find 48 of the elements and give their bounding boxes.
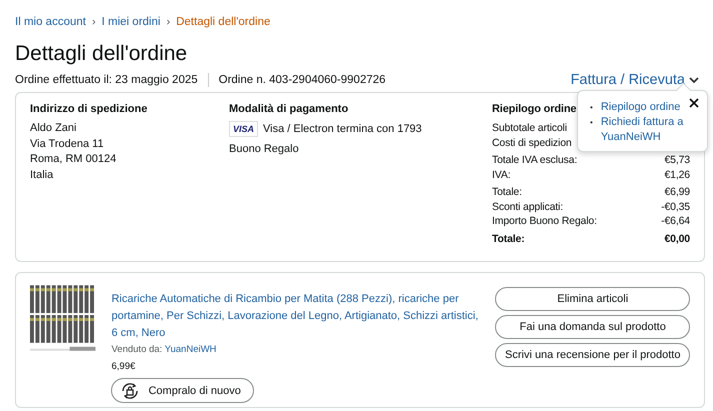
summary-value: -€6,64 xyxy=(661,214,690,228)
seller-info: Venduto da: YuanNeiWH xyxy=(111,344,218,355)
summary-label: Totale IVA esclusa: xyxy=(492,153,578,168)
page-title: Dettagli dell'ordine xyxy=(15,42,188,66)
repeat-bag-icon xyxy=(120,380,140,400)
breadcrumb-link[interactable]: Dettagli dell'ordine xyxy=(176,16,270,28)
summary-value: €5,73 xyxy=(664,153,690,168)
gift-card-info: Buono Regalo xyxy=(229,143,300,155)
section-heading: Indirizzo di spedizione xyxy=(30,103,148,115)
breadcrumb-separator: › xyxy=(92,16,96,28)
action-button[interactable]: Scrivi una recensione per il prodotto xyxy=(495,343,690,367)
bullet: • xyxy=(590,102,593,114)
summary-label: Costi di spedizion xyxy=(492,136,572,150)
breadcrumb-link[interactable]: I miei ordini xyxy=(102,16,160,28)
order-date: Ordine effettuato il: 23 maggio 2025 xyxy=(15,74,198,86)
address-line: Italia xyxy=(30,168,54,182)
card-logo: VISA xyxy=(229,121,258,137)
summary-label: Totale: xyxy=(492,185,522,200)
action-button[interactable]: Elimina articoli xyxy=(495,287,690,311)
seller-link[interactable]: YuanNeiWH xyxy=(164,344,216,355)
chevron-down-icon xyxy=(689,76,699,84)
order-number: Ordine n. 403-2904060-9902726 xyxy=(218,74,386,86)
close-icon[interactable] xyxy=(689,98,699,108)
summary-label: Importo Buono Regalo: xyxy=(492,214,597,228)
product-title[interactable]: Ricariche Automatiche di Ricambio per Matita (288 Pezzi), ricariche per portamine, Per Schizzi, Lavorazione del Legno, Artigianato, Schizzi artistici, 6 cm, Nero xyxy=(111,291,482,342)
breadcrumb-separator: › xyxy=(166,16,170,28)
address-line: Roma, RM 00124 xyxy=(30,152,118,167)
section-heading: Riepilogo ordine xyxy=(492,103,576,115)
card-info: Visa / Electron termina con 1793 xyxy=(263,123,422,135)
section-heading: Modalità di pagamento xyxy=(229,103,348,115)
summary-label: Totale: xyxy=(492,232,525,246)
popover-link[interactable]: Riepilogo ordine xyxy=(600,100,680,115)
bullet: • xyxy=(590,117,593,129)
summary-value: €6,99 xyxy=(664,185,690,200)
action-button[interactable]: Fai una domanda sul prodotto xyxy=(495,315,690,339)
product-price: 6,99€ xyxy=(111,361,136,372)
summary-label: IVA: xyxy=(492,168,510,182)
summary-value: -€0,35 xyxy=(661,200,690,214)
address-line: Aldo Zani xyxy=(30,121,78,136)
summary-label: Subtotale articoli xyxy=(492,121,567,136)
summary-value: €1,26 xyxy=(664,168,690,182)
popover-link[interactable]: Richiedi fattura a YuanNeiWH xyxy=(600,115,691,145)
buy-again-button[interactable]: Compralo di nuovo xyxy=(111,378,254,403)
breadcrumb-link[interactable]: Il mio account xyxy=(15,16,86,28)
invoice-dropdown[interactable]: Fattura / Ricevuta xyxy=(570,72,699,88)
summary-value: €0,00 xyxy=(664,232,690,246)
summary-label: Sconti applicati: xyxy=(492,200,563,214)
address-line: Via Trodena 11 xyxy=(30,136,105,152)
